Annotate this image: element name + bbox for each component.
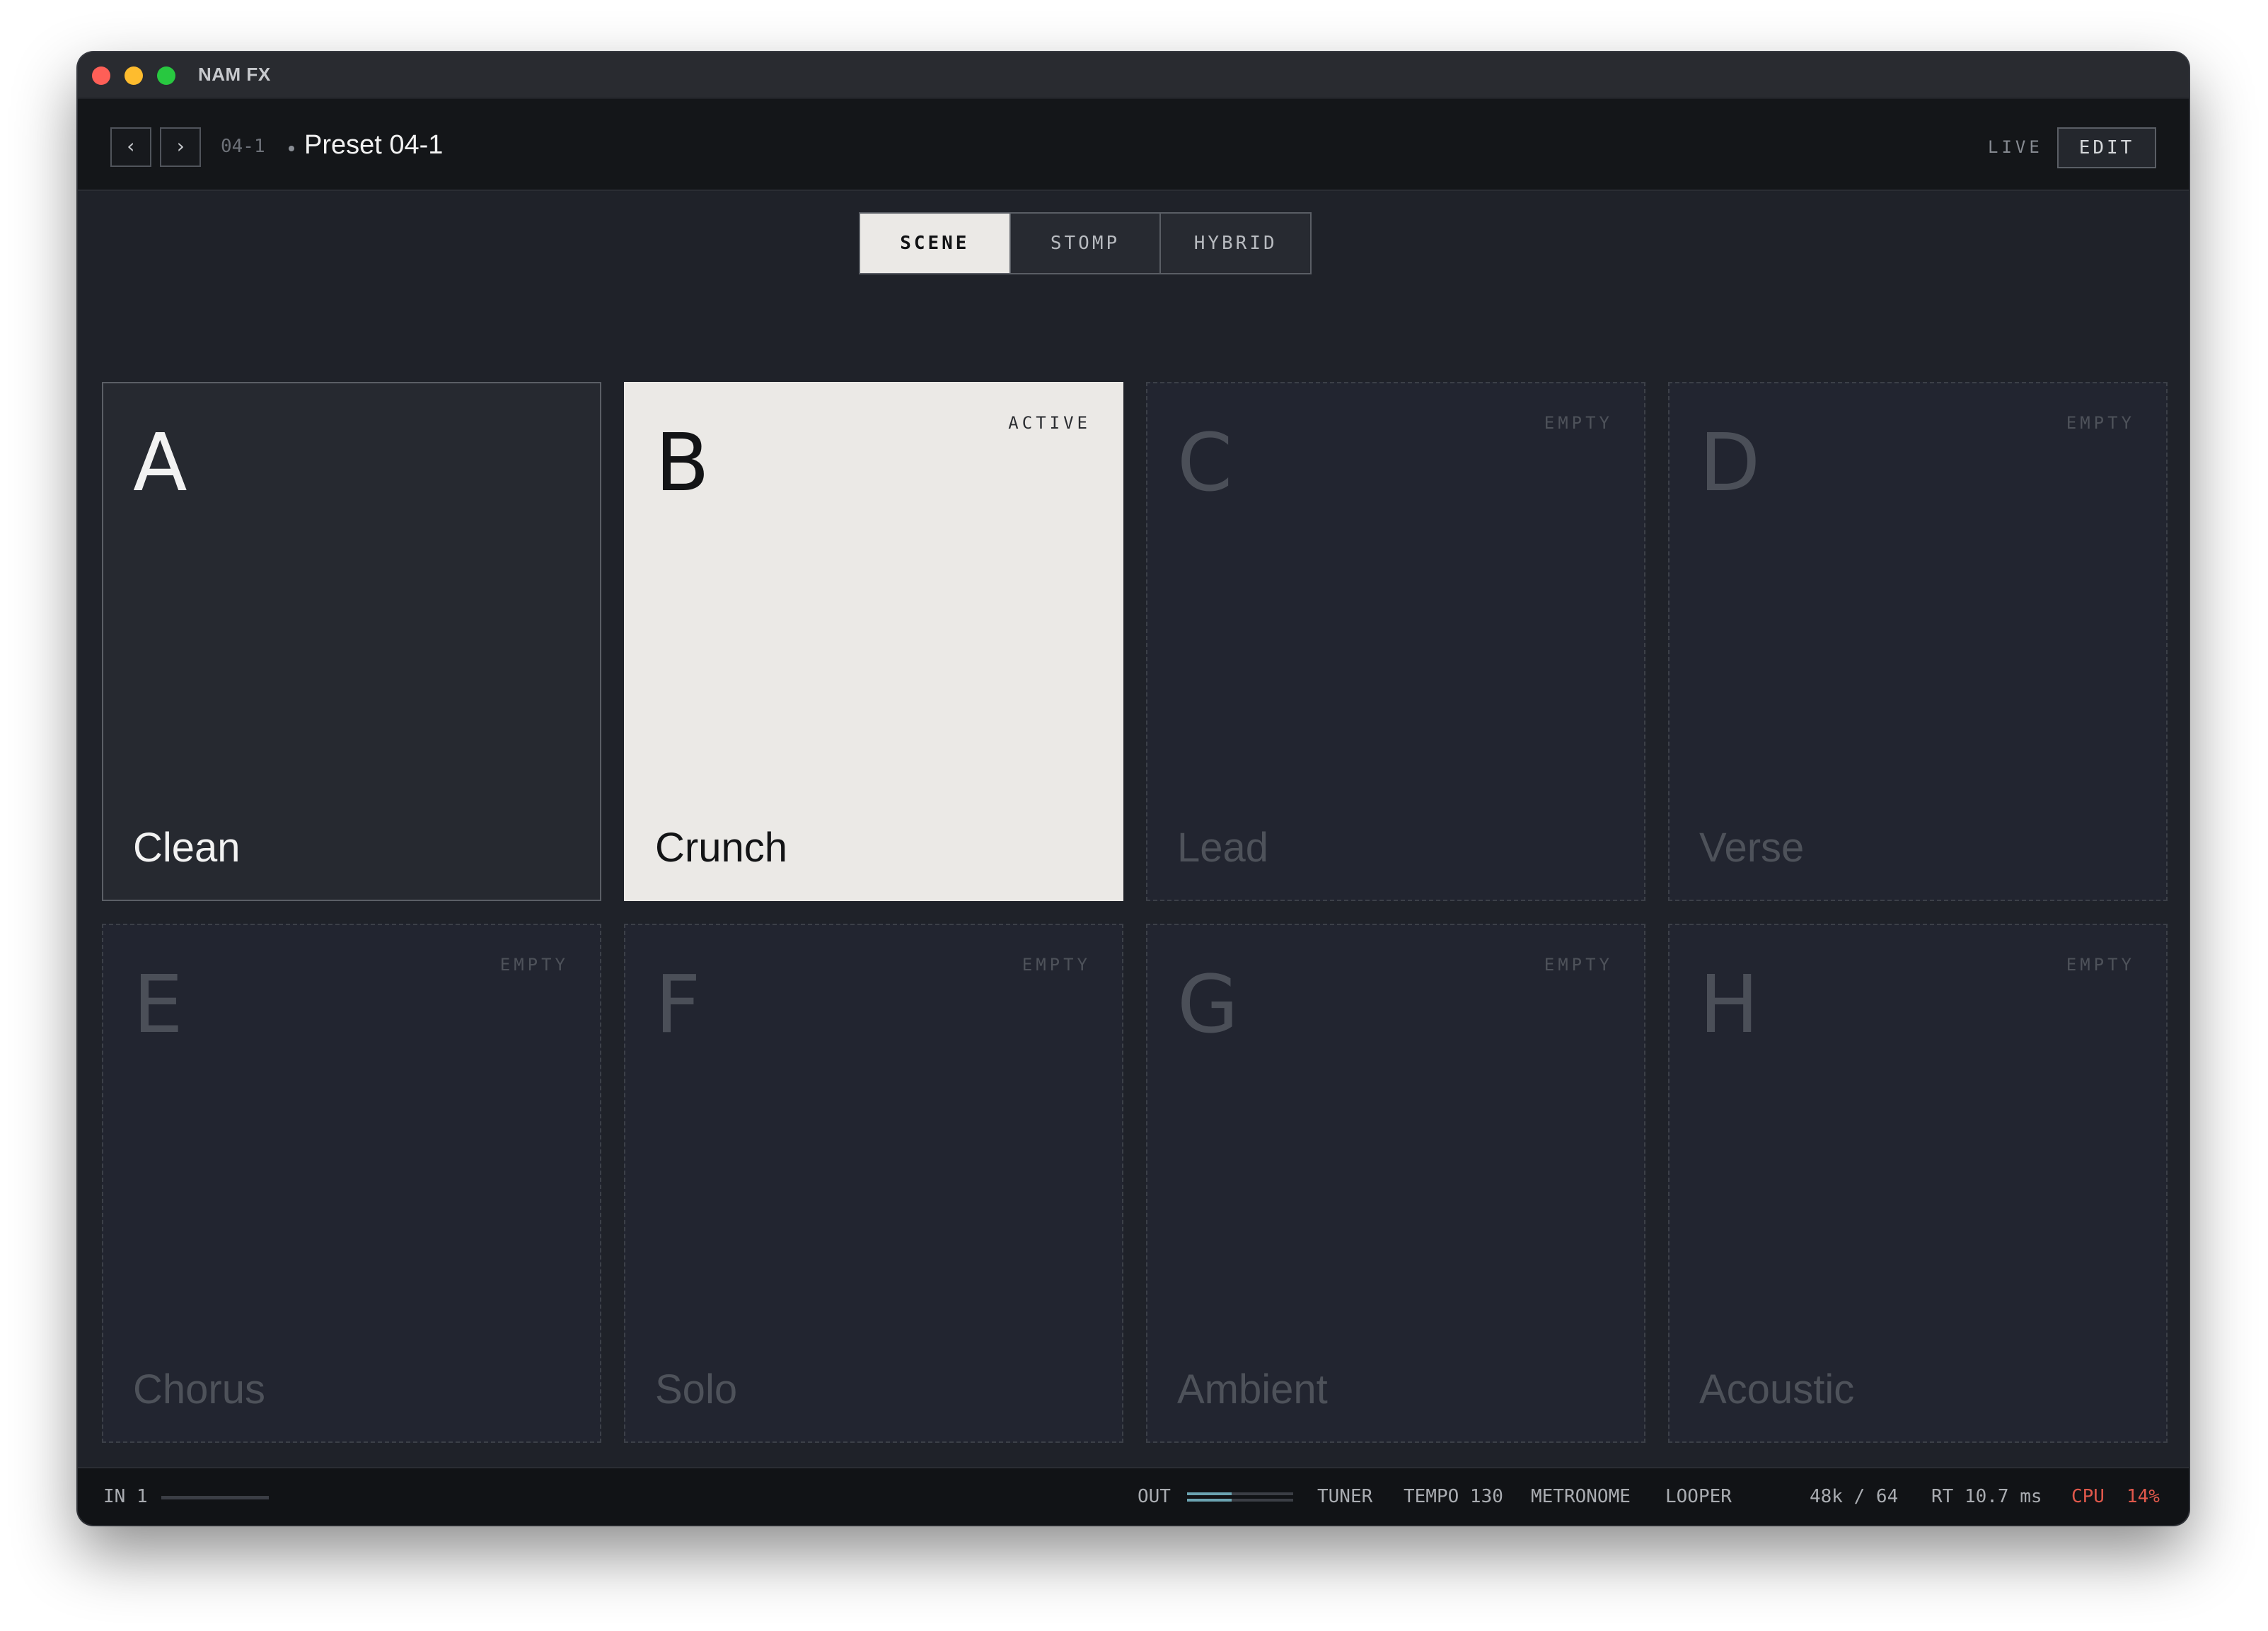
scene-letter: F	[655, 959, 701, 1051]
tab-scene[interactable]: SCENE	[860, 214, 1009, 273]
scene-letter: G	[1177, 959, 1239, 1051]
app-window: NAM FX ‹ › 04-1 Preset 04-1 LIVE EDIT SC…	[78, 52, 2189, 1525]
scene-status-label: EMPTY	[499, 955, 569, 975]
looper-button[interactable]: LOOPER	[1665, 1484, 1732, 1509]
scene-card-a[interactable]: A Clean	[102, 382, 601, 901]
zoom-window-button[interactable]	[157, 66, 175, 85]
status-bar: IN 1 OUT TUNER TEMPO 130 METRONOME LOOPE…	[78, 1467, 2189, 1525]
live-mode-button[interactable]: LIVE	[1988, 137, 2043, 157]
latency-readout: RT 10.7 ms	[1931, 1486, 2042, 1507]
scene-letter: C	[1177, 417, 1233, 509]
scene-name: Verse	[1699, 825, 1805, 871]
app-title: NAM FX	[198, 64, 271, 85]
preset-header: ‹ › 04-1 Preset 04-1 LIVE EDIT	[78, 99, 2189, 191]
metronome-button[interactable]: METRONOME	[1531, 1484, 1631, 1509]
preset-name[interactable]: Preset 04-1	[304, 130, 443, 161]
scene-card-d[interactable]: D EMPTY Verse	[1668, 382, 2168, 901]
scene-letter: E	[133, 959, 183, 1051]
scene-status-label: EMPTY	[1544, 413, 1613, 433]
tempo-button[interactable]: TEMPO 130	[1404, 1484, 1503, 1509]
sample-rate-readout: 48k / 64	[1810, 1486, 1899, 1507]
title-bar: NAM FX	[78, 52, 2189, 99]
scene-card-e[interactable]: E EMPTY Chorus	[102, 924, 601, 1443]
output-meter-fill-right	[1187, 1499, 1232, 1502]
scene-status-label: ACTIVE	[1008, 413, 1091, 433]
minimize-window-button[interactable]	[125, 66, 143, 85]
scene-name: Lead	[1177, 825, 1269, 871]
tuner-button[interactable]: TUNER	[1317, 1484, 1372, 1509]
output-meter-fill-left	[1187, 1492, 1232, 1495]
edit-mode-button[interactable]: EDIT	[2057, 127, 2156, 168]
tab-stomp[interactable]: STOMP	[1009, 214, 1160, 273]
scene-name: Acoustic	[1699, 1366, 1855, 1412]
scene-card-c[interactable]: C EMPTY Lead	[1146, 382, 1645, 901]
cpu-readout: 14%	[2127, 1486, 2160, 1507]
scene-name: Crunch	[655, 825, 787, 871]
scene-letter: H	[1699, 959, 1759, 1051]
scene-card-h[interactable]: H EMPTY Acoustic	[1668, 924, 2168, 1443]
scene-status-label: EMPTY	[1022, 955, 1091, 975]
scene-letter: B	[655, 417, 710, 509]
separator-dot	[289, 146, 294, 151]
scene-status-label: EMPTY	[1544, 955, 1613, 975]
mode-selector: SCENE STOMP HYBRID	[859, 212, 1312, 274]
scene-name: Clean	[133, 825, 241, 871]
previous-preset-button[interactable]: ‹	[110, 127, 151, 167]
scene-letter: A	[133, 417, 187, 509]
input-label: IN 1	[103, 1486, 148, 1507]
scene-card-b[interactable]: B ACTIVE Crunch	[624, 382, 1123, 901]
tab-hybrid[interactable]: HYBRID	[1159, 214, 1311, 273]
cpu-label: CPU	[2071, 1486, 2105, 1507]
preset-number: 04-1	[221, 136, 265, 157]
scene-letter: D	[1699, 417, 1761, 509]
scene-card-g[interactable]: G EMPTY Ambient	[1146, 924, 1645, 1443]
input-level-meter	[161, 1496, 269, 1499]
scene-name: Ambient	[1177, 1366, 1328, 1412]
scene-card-f[interactable]: F EMPTY Solo	[624, 924, 1123, 1443]
output-label: OUT	[1138, 1486, 1171, 1507]
output-level-meter	[1187, 1492, 1293, 1502]
scene-status-label: EMPTY	[2066, 955, 2135, 975]
next-preset-button[interactable]: ›	[160, 127, 201, 167]
scene-name: Chorus	[133, 1366, 265, 1412]
scene-name: Solo	[655, 1366, 738, 1412]
scene-status-label: EMPTY	[2066, 413, 2135, 433]
close-window-button[interactable]	[92, 66, 110, 85]
